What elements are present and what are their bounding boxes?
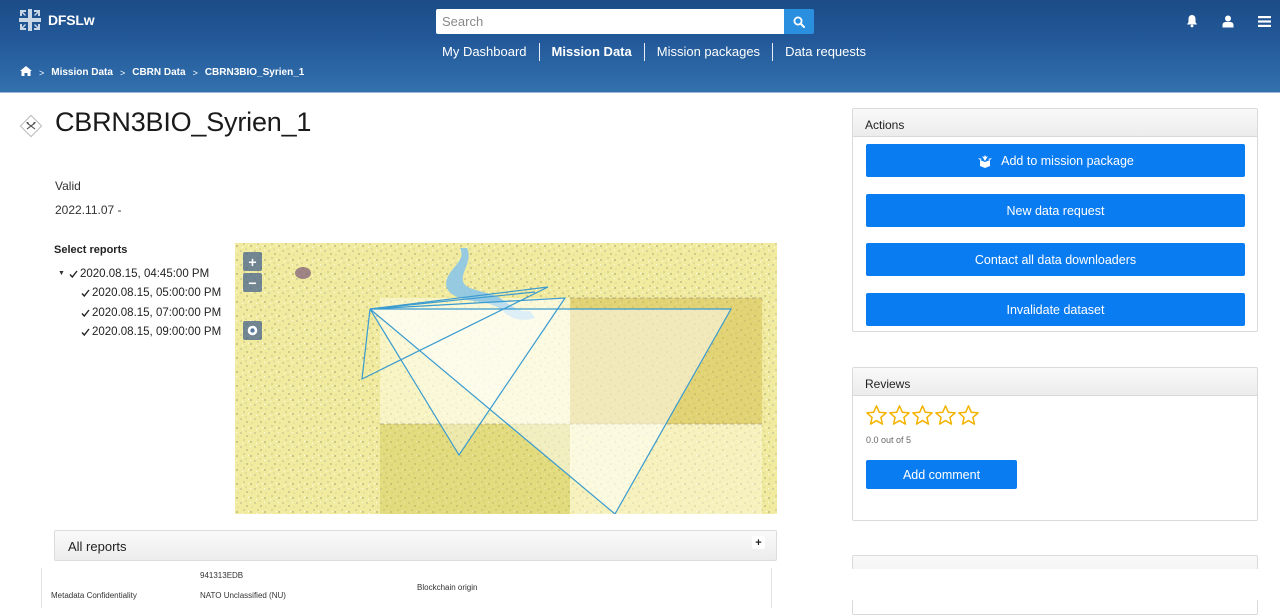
viewport-cutoff xyxy=(840,569,1280,600)
star-icon[interactable] xyxy=(911,404,934,427)
star-icon[interactable] xyxy=(934,404,957,427)
main-nav: My Dashboard Mission Data Mission packag… xyxy=(430,43,878,61)
metadata-confidentiality-value: NATO Unclassified (NU) xyxy=(200,591,286,600)
button-label: Contact all data downloaders xyxy=(974,252,1137,267)
checkmark-icon xyxy=(80,309,90,317)
button-label: Add to mission package xyxy=(1001,153,1134,168)
caret-down-icon[interactable]: ▼ xyxy=(58,270,68,277)
user-icon xyxy=(1222,15,1234,27)
breadcrumb-current[interactable]: CBRN3BIO_Syrien_1 xyxy=(205,67,304,78)
nav-my-dashboard[interactable]: My Dashboard xyxy=(430,43,539,61)
breadcrumb: > Mission Data > CBRN Data > CBRN3BIO_Sy… xyxy=(20,66,304,79)
reviews-heading: Reviews xyxy=(853,368,1257,396)
checkmark-icon xyxy=(80,289,90,298)
report-label[interactable]: 2020.08.15, 09:00:00 PM xyxy=(92,326,221,338)
map-zoom-in-button[interactable]: + xyxy=(243,252,262,271)
report-label[interactable]: 2020.08.15, 07:00:00 PM xyxy=(92,307,221,319)
expand-plus-icon[interactable]: + xyxy=(752,536,765,549)
user-menu-button[interactable] xyxy=(1220,13,1236,29)
app-logo[interactable]: DFSLw xyxy=(19,9,95,31)
invalidate-dataset-button[interactable]: Invalidate dataset xyxy=(866,293,1245,326)
checkmark-icon xyxy=(68,270,78,278)
metadata-confidentiality-label: Metadata Confidentiality xyxy=(51,591,137,600)
report-checkbox[interactable] xyxy=(80,327,90,337)
tree-node-child: 2020.08.15, 05:00:00 PM xyxy=(58,284,221,304)
map-zoom-out-button[interactable]: − xyxy=(243,273,262,292)
nav-mission-packages[interactable]: Mission packages xyxy=(645,43,772,61)
search-icon xyxy=(793,16,805,28)
actions-panel: Actions Add to mission package New data … xyxy=(852,108,1258,332)
checkmark-icon xyxy=(80,328,90,337)
star-rating[interactable] xyxy=(865,404,980,427)
page-title: CBRN3BIO_Syrien_1 xyxy=(55,107,312,137)
all-reports-panel-header[interactable]: All reports + xyxy=(54,530,777,561)
select-reports-heading: Select reports xyxy=(54,244,128,256)
report-label[interactable]: 2020.08.15, 05:00:00 PM xyxy=(92,287,221,299)
map-layers-button[interactable] xyxy=(243,321,262,340)
breadcrumb-mission-data[interactable]: Mission Data xyxy=(51,67,113,78)
reviews-panel: Reviews 0.0 out of 5 Add comment xyxy=(852,367,1258,521)
breadcrumb-separator: > xyxy=(119,67,126,78)
star-icon[interactable] xyxy=(865,404,888,427)
report-tree: ▼ 2020.08.15, 04:45:00 PM 2020.08.15, 05… xyxy=(58,264,221,342)
home-icon xyxy=(20,66,32,76)
map-canvas[interactable] xyxy=(235,243,777,514)
search-button[interactable] xyxy=(784,9,814,34)
header-icons xyxy=(1184,13,1272,29)
breadcrumb-separator: > xyxy=(39,67,45,78)
menu-icon xyxy=(1257,15,1271,27)
report-metadata-table: 941313EDB Metadata Confidentiality NATO … xyxy=(41,568,772,608)
contact-downloaders-button[interactable]: Contact all data downloaders xyxy=(866,243,1245,276)
button-label: New data request xyxy=(1006,203,1105,218)
validity-status: Valid xyxy=(55,179,81,193)
breadcrumb-separator: > xyxy=(192,67,198,78)
cbrn-diamond-icon xyxy=(19,114,43,138)
top-header: DFSLw My Dashboard Mission Data Mission … xyxy=(0,0,1280,93)
notifications-button[interactable] xyxy=(1184,13,1200,29)
iron-cross-logo-icon xyxy=(19,9,41,31)
all-reports-title: All reports xyxy=(68,539,127,554)
add-comment-button[interactable]: Add comment xyxy=(866,460,1017,489)
app-name: DFSLw xyxy=(48,12,95,28)
nav-mission-data[interactable]: Mission Data xyxy=(540,43,644,61)
search-input[interactable] xyxy=(436,9,784,34)
blockchain-origin-label: Blockchain origin xyxy=(417,583,478,592)
breadcrumb-home[interactable] xyxy=(20,66,32,79)
rating-text: 0.0 out of 5 xyxy=(866,435,912,445)
tree-node-parent: ▼ 2020.08.15, 04:45:00 PM xyxy=(58,264,221,284)
new-data-request-button[interactable]: New data request xyxy=(866,194,1245,227)
map-view[interactable]: + − xyxy=(235,243,777,514)
validity-date: 2022.11.07 - xyxy=(55,203,122,217)
report-checkbox[interactable] xyxy=(80,288,90,298)
report-label[interactable]: 2020.08.15, 04:45:00 PM xyxy=(80,268,209,280)
report-checkbox[interactable] xyxy=(80,308,90,318)
actions-heading: Actions xyxy=(853,109,1257,137)
add-to-mission-package-button[interactable]: Add to mission package xyxy=(866,144,1245,177)
button-label: Invalidate dataset xyxy=(1006,302,1105,317)
map-city xyxy=(295,267,311,279)
report-checkbox[interactable] xyxy=(68,269,78,279)
package-icon xyxy=(978,154,993,168)
hamburger-menu-button[interactable] xyxy=(1256,13,1272,29)
tree-node-child: 2020.08.15, 09:00:00 PM xyxy=(58,323,221,343)
search-bar xyxy=(436,9,814,34)
tree-node-child: 2020.08.15, 07:00:00 PM xyxy=(58,303,221,323)
nav-data-requests[interactable]: Data requests xyxy=(773,43,878,61)
star-icon[interactable] xyxy=(957,404,980,427)
layers-icon xyxy=(247,325,258,336)
star-icon[interactable] xyxy=(888,404,911,427)
bell-icon xyxy=(1187,15,1197,28)
report-id-value: 941313EDB xyxy=(200,571,244,580)
breadcrumb-cbrn-data[interactable]: CBRN Data xyxy=(132,67,185,78)
